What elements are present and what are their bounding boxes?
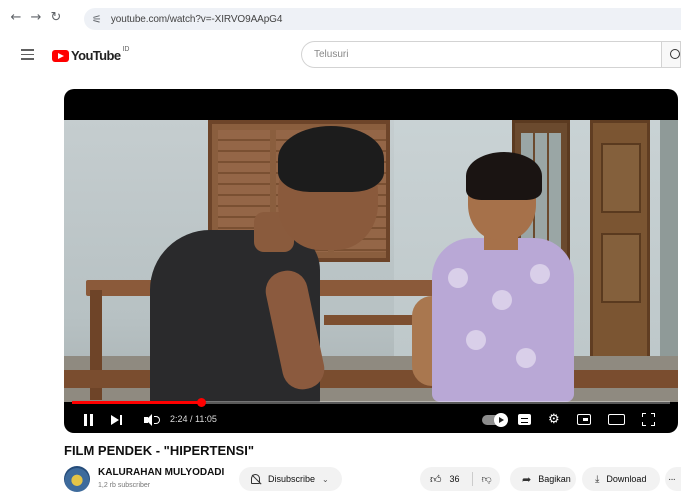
bell-off-icon — [251, 474, 260, 484]
reload-icon[interactable]: ↻ — [46, 10, 66, 25]
video-player[interactable]: 2:24 / 11:05 ⚙ — [64, 89, 678, 433]
forward-arrow-icon[interactable]: → — [26, 10, 46, 25]
like-dislike-group: 👍︎ 36 👎︎ — [420, 467, 500, 491]
subscribe-label: Disubscribe — [268, 474, 316, 484]
search-input[interactable]: Telusuri — [301, 41, 661, 68]
autoplay-toggle[interactable] — [482, 413, 508, 427]
dislike-icon[interactable]: 👎︎ — [482, 473, 492, 485]
scrubber-handle[interactable] — [197, 398, 206, 407]
region-code: ID — [122, 46, 130, 53]
share-button[interactable]: ➦ Bagikan — [510, 467, 576, 491]
miniplayer-icon[interactable] — [577, 414, 591, 425]
address-bar[interactable]: ⚟ youtube.com/watch?v=-XIRVO9AApG4 — [84, 8, 681, 30]
search-placeholder: Telusuri — [314, 49, 349, 60]
search-icon — [670, 49, 680, 59]
progress-played — [72, 401, 201, 404]
channel-row: KALURAHAN MULYODADI 1,2 rb subscriber Di… — [64, 464, 681, 498]
back-arrow-icon[interactable]: ← — [6, 10, 26, 25]
youtube-play-icon — [52, 49, 69, 62]
download-label: Download — [606, 474, 647, 484]
browser-toolbar: ← → ↻ ⚟ youtube.com/watch?v=-XIRVO9AApG4 — [0, 0, 681, 34]
search-button[interactable] — [661, 41, 681, 68]
more-icon: ··· — [668, 473, 676, 485]
menu-icon[interactable] — [21, 49, 34, 60]
subscriber-count: 1,2 rb subscriber — [98, 482, 151, 489]
share-icon: ➦ — [522, 472, 532, 486]
logo-text: YouTube — [71, 48, 121, 63]
volume-icon[interactable] — [144, 414, 160, 426]
next-icon[interactable] — [111, 414, 123, 426]
download-button[interactable]: ⤓ Download — [582, 467, 660, 491]
channel-name[interactable]: KALURAHAN MULYODADI — [98, 467, 224, 478]
video-frame[interactable] — [64, 120, 678, 402]
subscribed-button[interactable]: Disubscribe ⌄ — [239, 467, 342, 491]
channel-avatar[interactable] — [64, 466, 90, 492]
subtitles-icon[interactable] — [518, 414, 531, 425]
settings-icon[interactable]: ⚙ — [548, 412, 560, 426]
url-text: youtube.com/watch?v=-XIRVO9AApG4 — [110, 13, 283, 25]
share-label: Bagikan — [538, 474, 571, 484]
youtube-header: YouTube ID Telusuri — [0, 38, 681, 72]
theater-mode-icon[interactable] — [608, 414, 625, 425]
pause-icon[interactable] — [83, 414, 94, 426]
fullscreen-icon[interactable] — [642, 413, 655, 426]
progress-bar[interactable] — [72, 398, 670, 407]
player-controls: 2:24 / 11:05 ⚙ — [64, 407, 678, 433]
youtube-logo[interactable]: YouTube ID — [52, 46, 130, 63]
time-display: 2:24 / 11:05 — [170, 414, 217, 424]
site-settings-icon[interactable]: ⚟ — [92, 13, 102, 26]
video-title: FILM PENDEK - "HIPERTENSI" — [64, 443, 255, 458]
download-icon: ⤓ — [595, 473, 600, 485]
more-actions-button[interactable]: ··· — [665, 467, 681, 491]
like-count[interactable]: 36 — [450, 474, 460, 484]
chevron-down-icon: ⌄ — [322, 474, 329, 484]
like-divider — [471, 472, 473, 486]
like-icon[interactable]: 👍︎ — [430, 473, 442, 486]
